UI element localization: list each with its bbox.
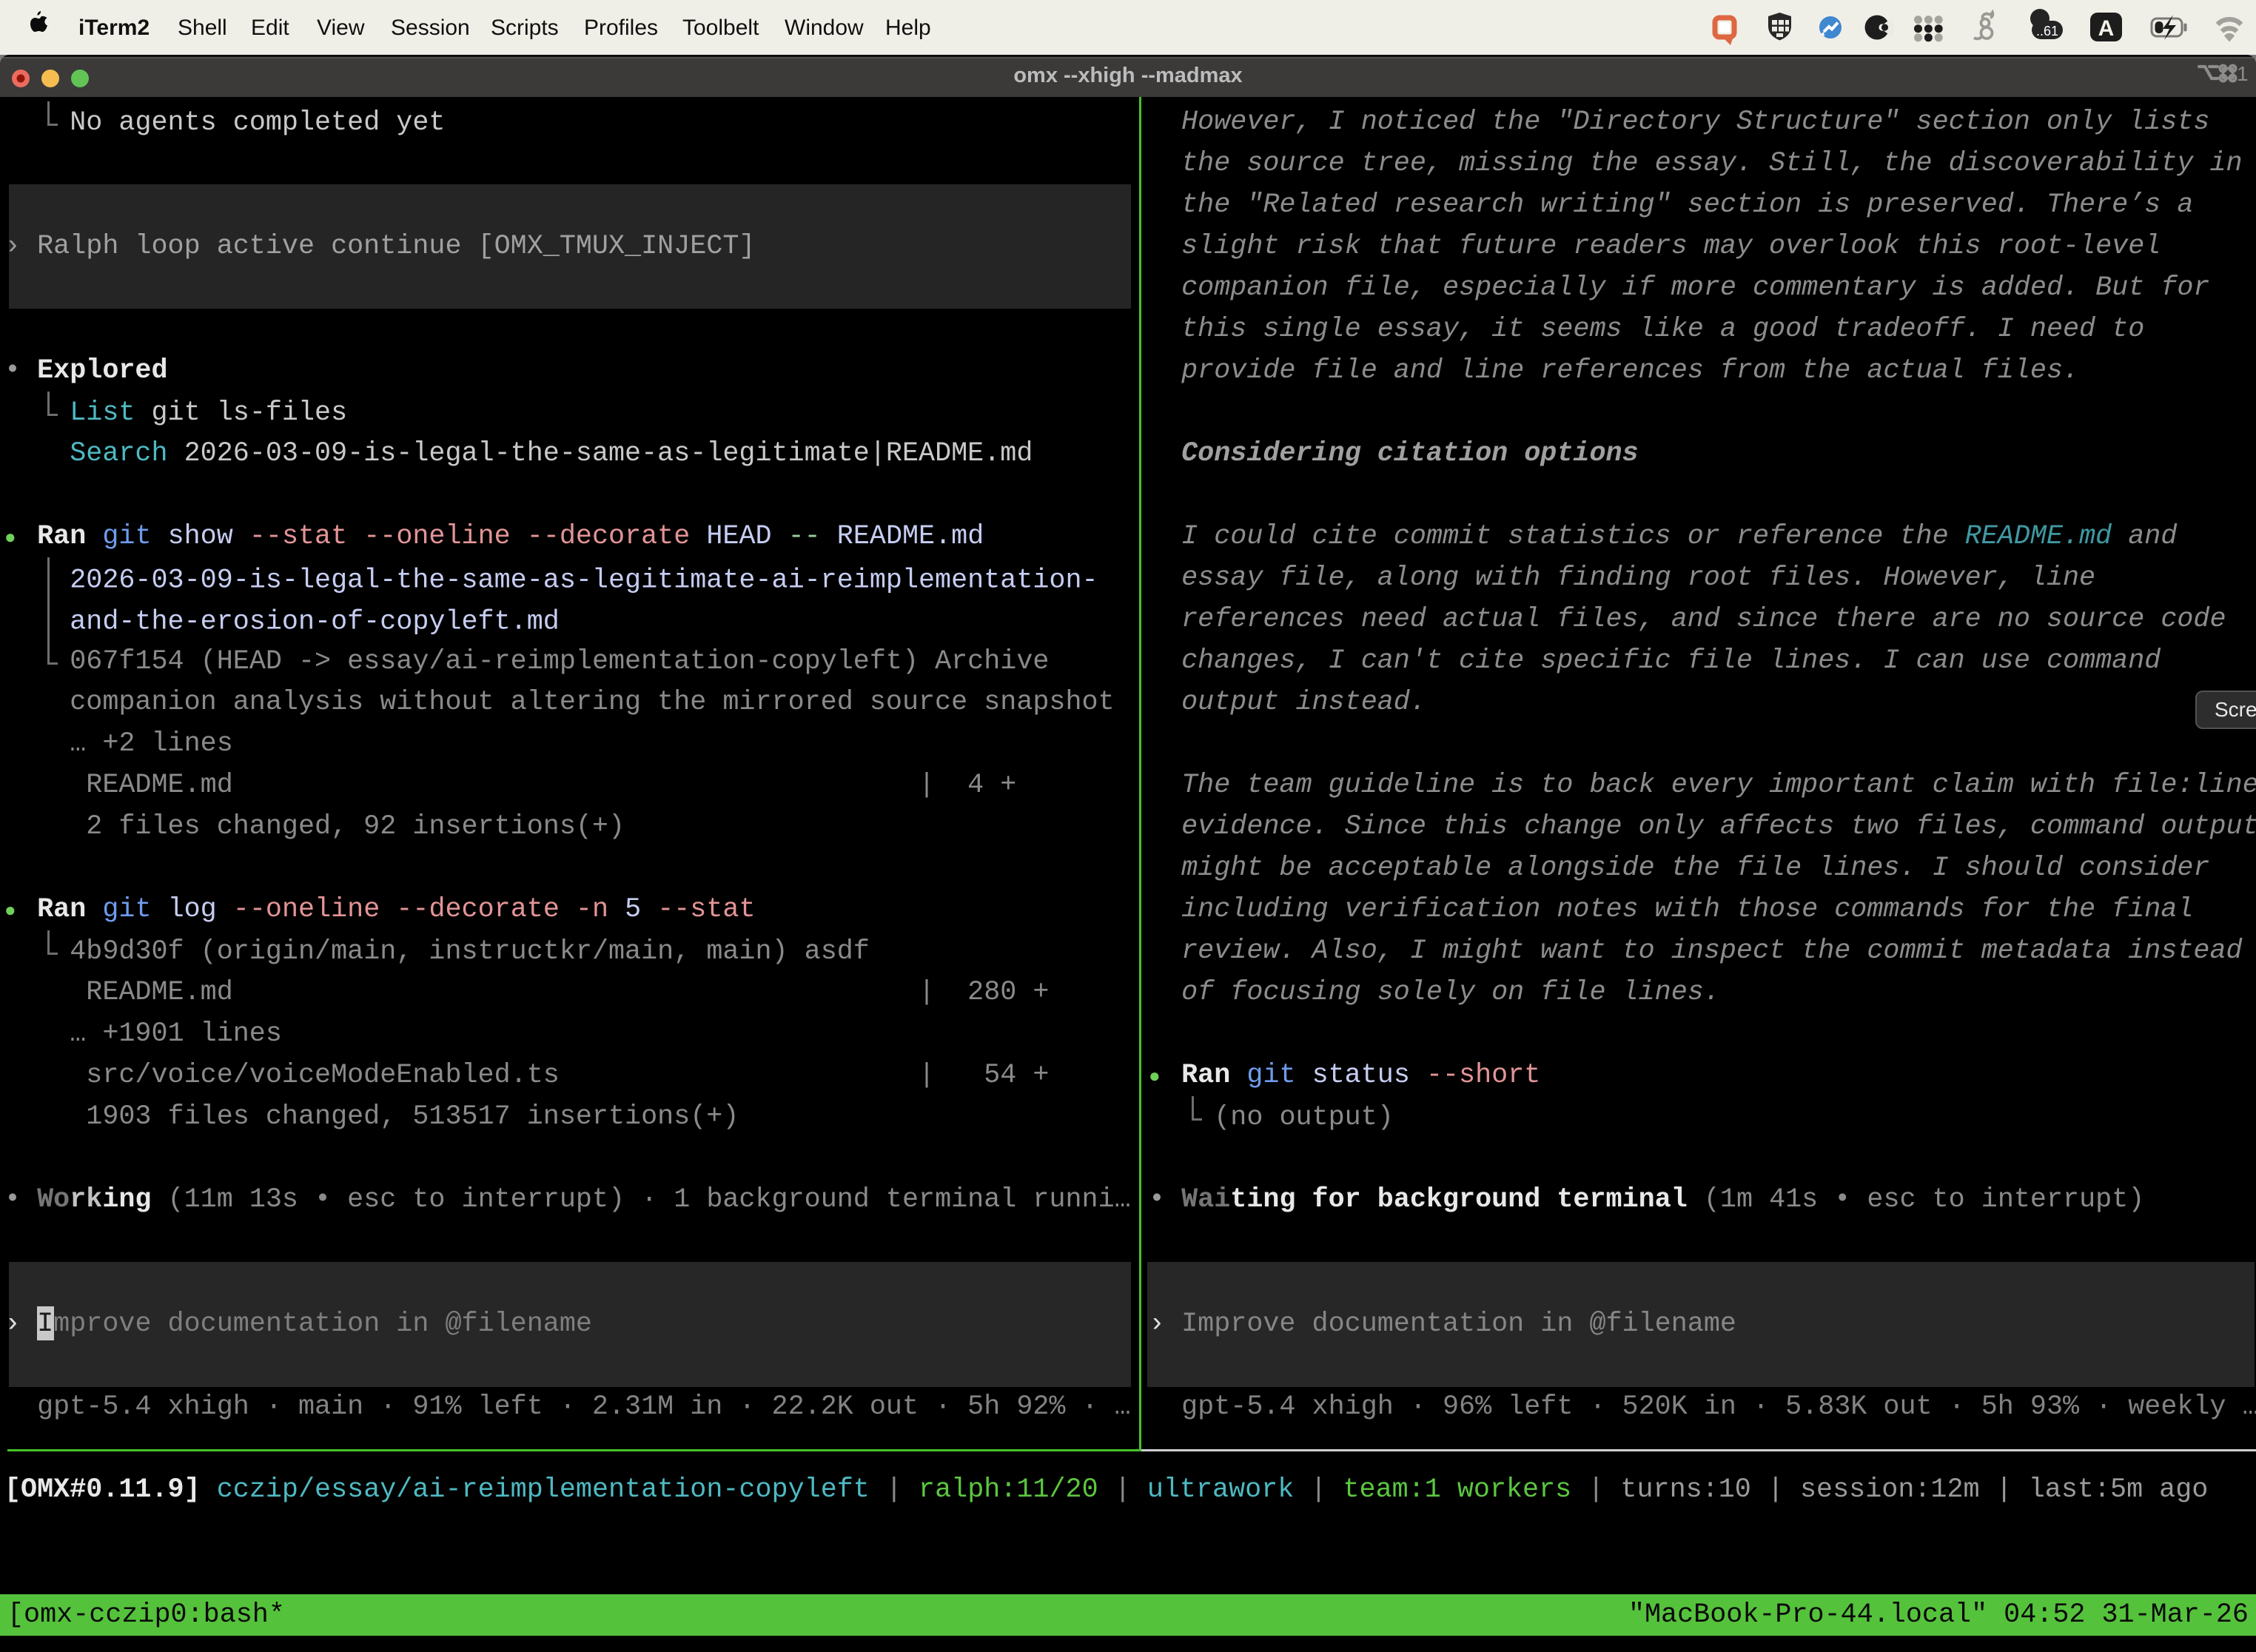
svg-text:A: A <box>2098 16 2115 41</box>
svg-text:..61: ..61 <box>2036 24 2058 38</box>
